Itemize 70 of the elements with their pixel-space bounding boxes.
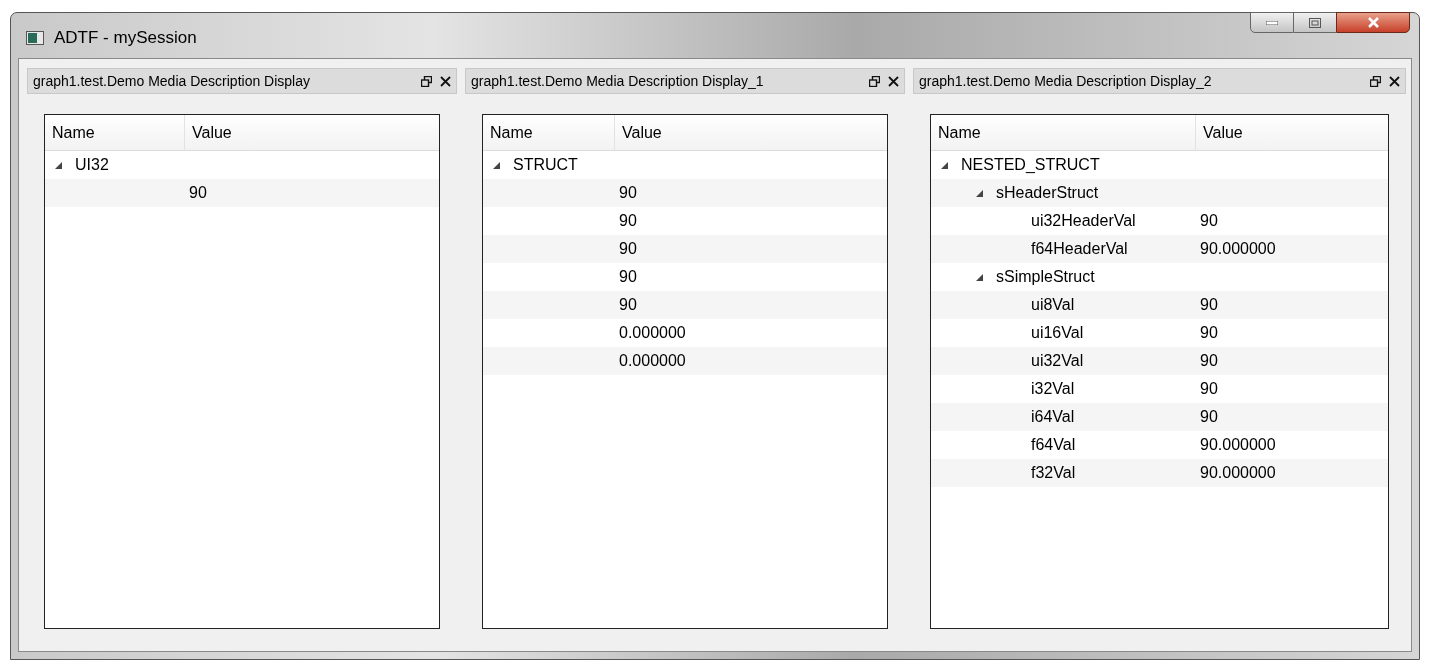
tree-row[interactable]: sHeaderStruct <box>931 179 1388 207</box>
node-value: 90 <box>618 239 638 259</box>
node-name: sSimpleStruct <box>996 267 1095 287</box>
float-icon[interactable] <box>421 75 432 87</box>
tree-row[interactable]: f32Val 90.000000 <box>931 459 1388 487</box>
node-name: i64Val <box>1031 407 1075 427</box>
tree-row[interactable]: 90 <box>483 235 887 263</box>
minimize-icon <box>1266 20 1278 25</box>
expanded-triangle-icon[interactable] <box>976 273 983 281</box>
node-value: 90.000000 <box>1199 463 1277 483</box>
tree-row[interactable]: 90 <box>483 291 887 319</box>
tree-row[interactable]: f64HeaderVal 90.000000 <box>931 235 1388 263</box>
node-value: 90 <box>1199 323 1219 343</box>
node-name: UI32 <box>75 155 109 175</box>
close-icon[interactable] <box>440 75 451 87</box>
float-icon[interactable] <box>869 75 880 87</box>
tree-row[interactable]: 90 <box>45 179 439 207</box>
node-name: ui8Val <box>1031 295 1075 315</box>
tree-row[interactable]: ui32Val 90 <box>931 347 1388 375</box>
column-header[interactable]: Name <box>931 115 1196 150</box>
node-name: ui16Val <box>1031 323 1084 343</box>
close-icon[interactable] <box>888 75 899 87</box>
app-icon <box>26 30 44 45</box>
column-header[interactable]: Value <box>1196 115 1388 150</box>
node-value: 90.000000 <box>1199 435 1277 455</box>
node-value: 90 <box>618 295 638 315</box>
node-name: NESTED_STRUCT <box>961 155 1100 175</box>
restore-icon <box>1309 17 1321 28</box>
node-value: 90.000000 <box>1199 239 1277 259</box>
node-name: i32Val <box>1031 379 1075 399</box>
node-name: f64Val <box>1031 435 1076 455</box>
node-name: f32Val <box>1031 463 1076 483</box>
tree-row[interactable]: ui8Val 90 <box>931 291 1388 319</box>
node-name: ui32Val <box>1031 351 1084 371</box>
restore-button[interactable] <box>1294 12 1336 33</box>
node-value: 90 <box>1199 351 1219 371</box>
node-value: 90 <box>1199 295 1219 315</box>
dock-title: graph1.test.Demo Media Description Display <box>33 71 311 91</box>
tree-row[interactable]: i64Val 90 <box>931 403 1388 431</box>
node-value: 90 <box>188 183 208 203</box>
column-header[interactable]: Name <box>483 115 615 150</box>
column-header[interactable]: Value <box>185 115 439 150</box>
node-value: 90 <box>1199 211 1219 231</box>
node-value: 90 <box>1199 407 1219 427</box>
tree-row[interactable]: 90 <box>483 179 887 207</box>
expanded-triangle-icon[interactable] <box>976 189 983 197</box>
expanded-triangle-icon[interactable] <box>941 161 948 169</box>
expanded-triangle-icon[interactable] <box>493 161 500 169</box>
column-header[interactable]: Value <box>615 115 887 150</box>
expanded-triangle-icon[interactable] <box>55 161 62 169</box>
node-value: 90 <box>1199 379 1219 399</box>
node-name: f64HeaderVal <box>1031 239 1128 259</box>
tree-row[interactable]: 0.000000 <box>483 347 887 375</box>
node-name: STRUCT <box>513 155 578 175</box>
dock-title: graph1.test.Demo Media Description Display_1 <box>471 71 765 91</box>
node-value: 0.000000 <box>618 323 687 343</box>
minimize-button[interactable] <box>1250 12 1294 33</box>
close-button[interactable] <box>1336 12 1410 33</box>
node-value: 0.000000 <box>618 351 687 371</box>
column-header[interactable]: Name <box>45 115 185 150</box>
window-title: ADTF - mySession <box>54 27 197 49</box>
float-icon[interactable] <box>1370 75 1381 87</box>
node-value: 90 <box>618 267 638 287</box>
node-value: 90 <box>618 211 638 231</box>
node-value: 90 <box>618 183 638 203</box>
close-icon <box>1366 17 1380 28</box>
dock-title: graph1.test.Demo Media Description Display_2 <box>919 71 1213 91</box>
node-name: ui32HeaderVal <box>1031 211 1136 231</box>
close-icon[interactable] <box>1389 75 1400 87</box>
node-name: sHeaderStruct <box>996 183 1099 203</box>
